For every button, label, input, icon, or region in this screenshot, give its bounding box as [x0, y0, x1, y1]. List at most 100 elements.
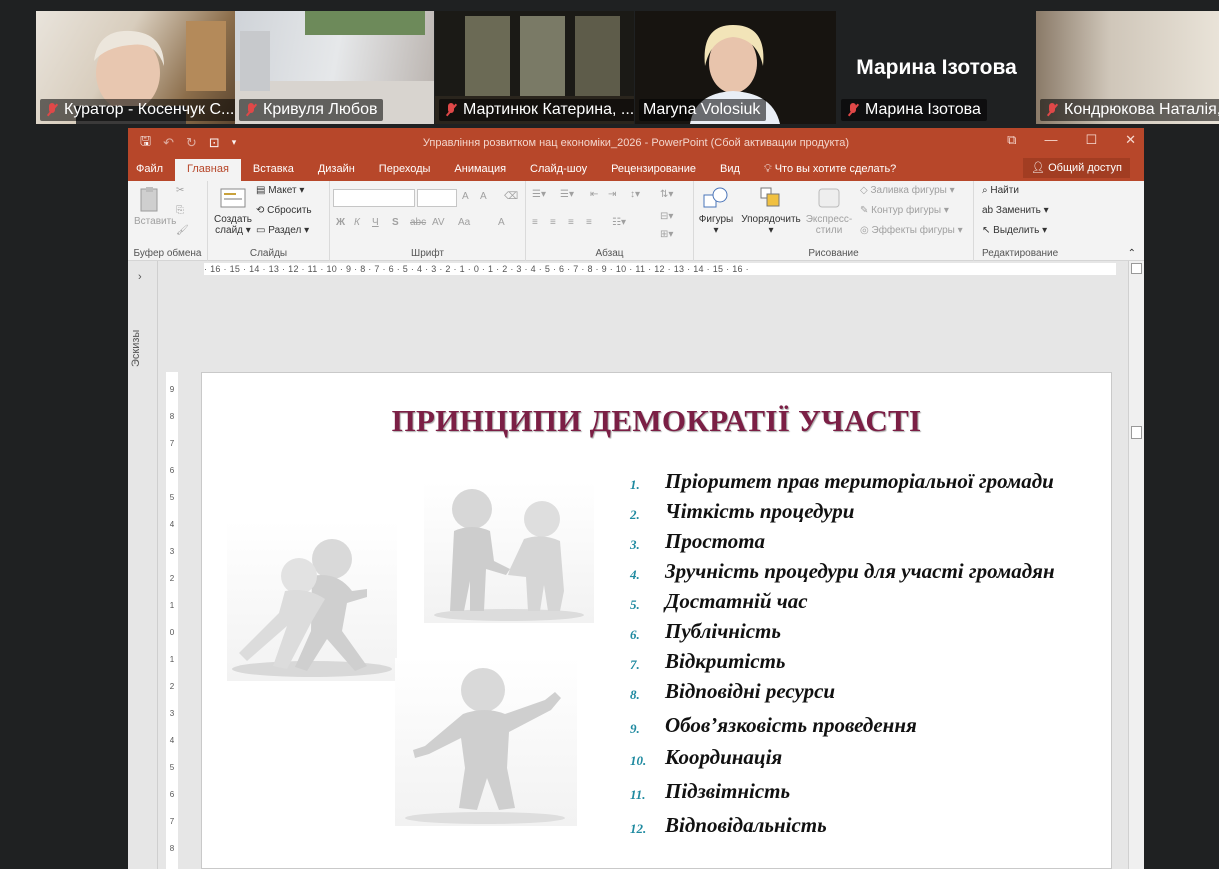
tab-slideshow[interactable]: Слайд-шоу: [518, 159, 599, 181]
reset-icon: ⟲: [256, 205, 268, 216]
lightbulb-icon: 💡︎: [763, 163, 775, 175]
participant-name: Кривуля Любов: [239, 99, 384, 121]
italic-button[interactable]: К: [354, 217, 360, 228]
participant-tile[interactable]: Марина Ізотова Марина Ізотова: [837, 11, 1036, 124]
increase-indent-icon[interactable]: ⇥: [608, 189, 616, 200]
redo-icon[interactable]: ↻: [186, 135, 197, 151]
text-direction-icon[interactable]: ⇅▾: [660, 189, 673, 200]
section-button[interactable]: ▭ Раздел ▾: [256, 225, 309, 236]
participant-tile[interactable]: Кондрюкова Наталія,: [1036, 11, 1219, 124]
bullets-icon[interactable]: ☰▾: [532, 189, 546, 200]
arrange-icon: [760, 187, 780, 207]
participant-tile[interactable]: Куратор - Косенчук С...: [36, 11, 235, 124]
horizontal-ruler: · 16 · 15 · 14 · 13 · 12 · 11 · 10 · 9 ·…: [204, 263, 1116, 275]
slide-canvas[interactable]: ПРИНЦИПИ ДЕМОКРАТІЇ УЧАСТІ 1. Пріоритет …: [201, 372, 1112, 869]
layout-icon: ▤: [256, 185, 269, 196]
numbering-icon[interactable]: ☰▾: [560, 189, 574, 200]
group-label: Буфер обмена: [133, 248, 202, 259]
ruler-tick-label: 9: [169, 385, 175, 394]
minimize-icon[interactable]: —: [1044, 132, 1057, 148]
underline-button[interactable]: Ч: [372, 217, 379, 228]
bold-button[interactable]: Ж: [336, 217, 345, 228]
customize-qat-icon[interactable]: ▾: [232, 137, 237, 148]
collapse-ribbon-icon[interactable]: ⌃: [1128, 248, 1136, 259]
scroll-up-icon[interactable]: [1131, 263, 1142, 274]
shape-fill-button[interactable]: ◇ Заливка фигуры ▾: [860, 185, 955, 196]
participant-strip: Куратор - Косенчук С... Кривуля Любов Ма…: [36, 11, 1219, 124]
font-size-field[interactable]: [417, 189, 457, 207]
thumbnails-pane[interactable]: › Эскизы: [128, 261, 158, 869]
quick-styles-icon: [818, 188, 840, 208]
quick-styles-button[interactable]: Экспресс-стили: [804, 185, 854, 236]
tab-transitions[interactable]: Переходы: [367, 159, 443, 181]
shapes-button[interactable]: Фигуры ▾: [698, 185, 734, 236]
tab-insert[interactable]: Вставка: [241, 159, 306, 181]
shrink-font-icon[interactable]: A: [480, 191, 487, 202]
align-right-icon[interactable]: ≡: [568, 217, 574, 228]
align-left-icon[interactable]: ≡: [532, 217, 538, 228]
replace-button[interactable]: ab Заменить ▾: [982, 205, 1049, 216]
decrease-indent-icon[interactable]: ⇤: [590, 189, 598, 200]
title-bar: 🖫 ↶ ↻ ⊡ ▾ Управління розвитком нац еконо…: [128, 128, 1144, 157]
cut-icon[interactable]: ✂: [176, 185, 184, 196]
group-label: Рисование: [808, 248, 859, 259]
participant-tile[interactable]: Мартинюк Катерина, ...: [435, 11, 634, 124]
line-spacing-icon[interactable]: ↕▾: [630, 189, 640, 200]
expand-thumbnails-icon[interactable]: ›: [138, 271, 142, 283]
close-icon[interactable]: ✕: [1125, 132, 1136, 148]
ribbon-display-icon[interactable]: ⧉: [1007, 132, 1016, 148]
paste-button[interactable]: Вставить: [134, 185, 176, 227]
shadow-button[interactable]: S: [392, 217, 399, 228]
replace-icon: ab: [982, 205, 996, 216]
section-icon: ▭: [256, 225, 269, 236]
reset-button[interactable]: ⟲ Сбросить: [256, 205, 312, 216]
columns-icon[interactable]: ☷▾: [612, 217, 626, 228]
shape-outline-button[interactable]: ✎ Контур фигуры ▾: [860, 205, 949, 216]
new-slide-button[interactable]: Создать слайд ▾: [214, 185, 252, 236]
save-icon[interactable]: 🖫: [140, 132, 151, 154]
clear-format-icon[interactable]: ⌫: [504, 191, 518, 202]
layout-button[interactable]: ▤ Макет ▾: [256, 185, 304, 196]
grow-font-icon[interactable]: A: [462, 191, 469, 202]
tab-view[interactable]: Вид: [708, 159, 752, 181]
change-case-button[interactable]: Aa: [458, 217, 470, 228]
tab-design[interactable]: Дизайн: [306, 159, 367, 181]
figures-handshake-image[interactable]: [424, 481, 594, 623]
tab-animations[interactable]: Анимация: [442, 159, 518, 181]
select-button[interactable]: ↖ Выделить ▾: [982, 225, 1047, 236]
format-painter-icon[interactable]: 🖌︎: [176, 225, 189, 236]
tab-review[interactable]: Рецензирование: [599, 159, 708, 181]
find-button[interactable]: ⌕ Найти: [982, 185, 1019, 196]
participant-name: Maryna Volosiuk: [639, 99, 767, 121]
paste-icon: [140, 187, 158, 212]
participant-tile[interactable]: Кривуля Любов: [235, 11, 434, 124]
tell-me-search[interactable]: 💡︎ Что вы хотите сделать?: [752, 159, 908, 181]
slide-title[interactable]: ПРИНЦИПИ ДЕМОКРАТІЇ УЧАСТІ: [202, 403, 1111, 439]
justify-icon[interactable]: ≡: [586, 217, 592, 228]
maximize-icon[interactable]: ☐: [1085, 132, 1097, 148]
smartart-icon[interactable]: ⊞▾: [660, 229, 673, 240]
shape-effects-button[interactable]: ◎ Эффекты фигуры ▾: [860, 225, 963, 236]
figures-pushing-image[interactable]: [227, 521, 397, 681]
tab-home[interactable]: Главная: [175, 159, 241, 181]
font-name-field[interactable]: [333, 189, 415, 207]
participant-name: Куратор - Косенчук С...: [40, 99, 235, 121]
scroll-thumb[interactable]: [1131, 426, 1142, 439]
ruler-tick-label: 8: [169, 412, 175, 421]
group-paragraph: ☰▾ ☰▾ ⇤ ⇥ ↕▾ ⇅▾ ≡ ≡ ≡ ≡ ☷▾ ⊟▾ ⊞▾ Абзац: [526, 181, 694, 261]
arrange-button[interactable]: Упорядочить ▾: [738, 185, 804, 236]
figure-welcoming-image[interactable]: [395, 658, 577, 826]
slideshow-icon[interactable]: ⊡: [209, 135, 220, 151]
align-center-icon[interactable]: ≡: [550, 217, 556, 228]
copy-icon[interactable]: ⎘: [176, 205, 184, 216]
tab-file[interactable]: Файл: [128, 159, 175, 181]
undo-icon[interactable]: ↶: [163, 135, 174, 151]
font-color-button[interactable]: A: [498, 217, 505, 228]
strikethrough-button[interactable]: abc: [410, 217, 426, 228]
char-spacing-button[interactable]: AV: [432, 217, 445, 228]
vertical-scrollbar[interactable]: [1128, 261, 1144, 869]
align-text-icon[interactable]: ⊟▾: [660, 211, 673, 222]
ruler-tick-label: 5: [169, 763, 175, 772]
participant-tile-active-speaker[interactable]: Maryna Volosiuk: [635, 11, 836, 124]
share-button[interactable]: 👤︎ Общий доступ: [1023, 158, 1130, 178]
